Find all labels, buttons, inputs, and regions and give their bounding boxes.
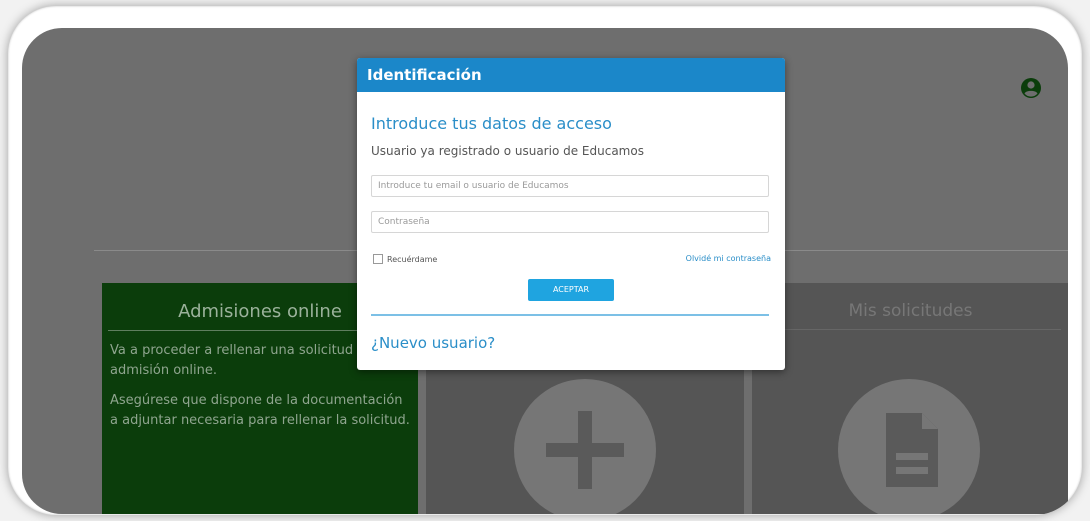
dialog-title: Introduce tus datos de acceso: [371, 114, 612, 133]
my-requests-title: Mis solicitudes: [760, 283, 1061, 330]
plus-icon[interactable]: [514, 379, 656, 514]
document-glyph: [886, 413, 938, 487]
remember-checkbox[interactable]: [373, 254, 383, 264]
accept-button[interactable]: ACEPTAR: [528, 279, 614, 301]
new-user-link[interactable]: ¿Nuevo usuario?: [371, 334, 495, 352]
admissions-text-2: Asegúrese que dispone de la documentació…: [110, 393, 410, 428]
document-icon[interactable]: [838, 379, 980, 514]
username-input[interactable]: [371, 175, 769, 197]
forgot-password-link[interactable]: Olvidé mi contraseña: [686, 254, 771, 263]
dialog-header: Identificación: [357, 58, 785, 92]
dialog-separator: [371, 314, 769, 316]
password-input[interactable]: [371, 211, 769, 233]
plus-vertical-bar: [578, 411, 592, 489]
remember-label: Recuérdame: [387, 254, 438, 264]
login-dialog: Identificación Introduce tus datos de ac…: [357, 58, 785, 370]
remember-me[interactable]: Recuérdame: [373, 254, 437, 264]
screenshot-frame: Admisiones online Va a proceder a rellen…: [8, 6, 1082, 515]
dialog-subtitle: Usuario ya registrado o usuario de Educa…: [371, 144, 644, 158]
my-requests-panel[interactable]: Mis solicitudes: [752, 283, 1068, 514]
account-circle-icon[interactable]: [1020, 77, 1042, 99]
